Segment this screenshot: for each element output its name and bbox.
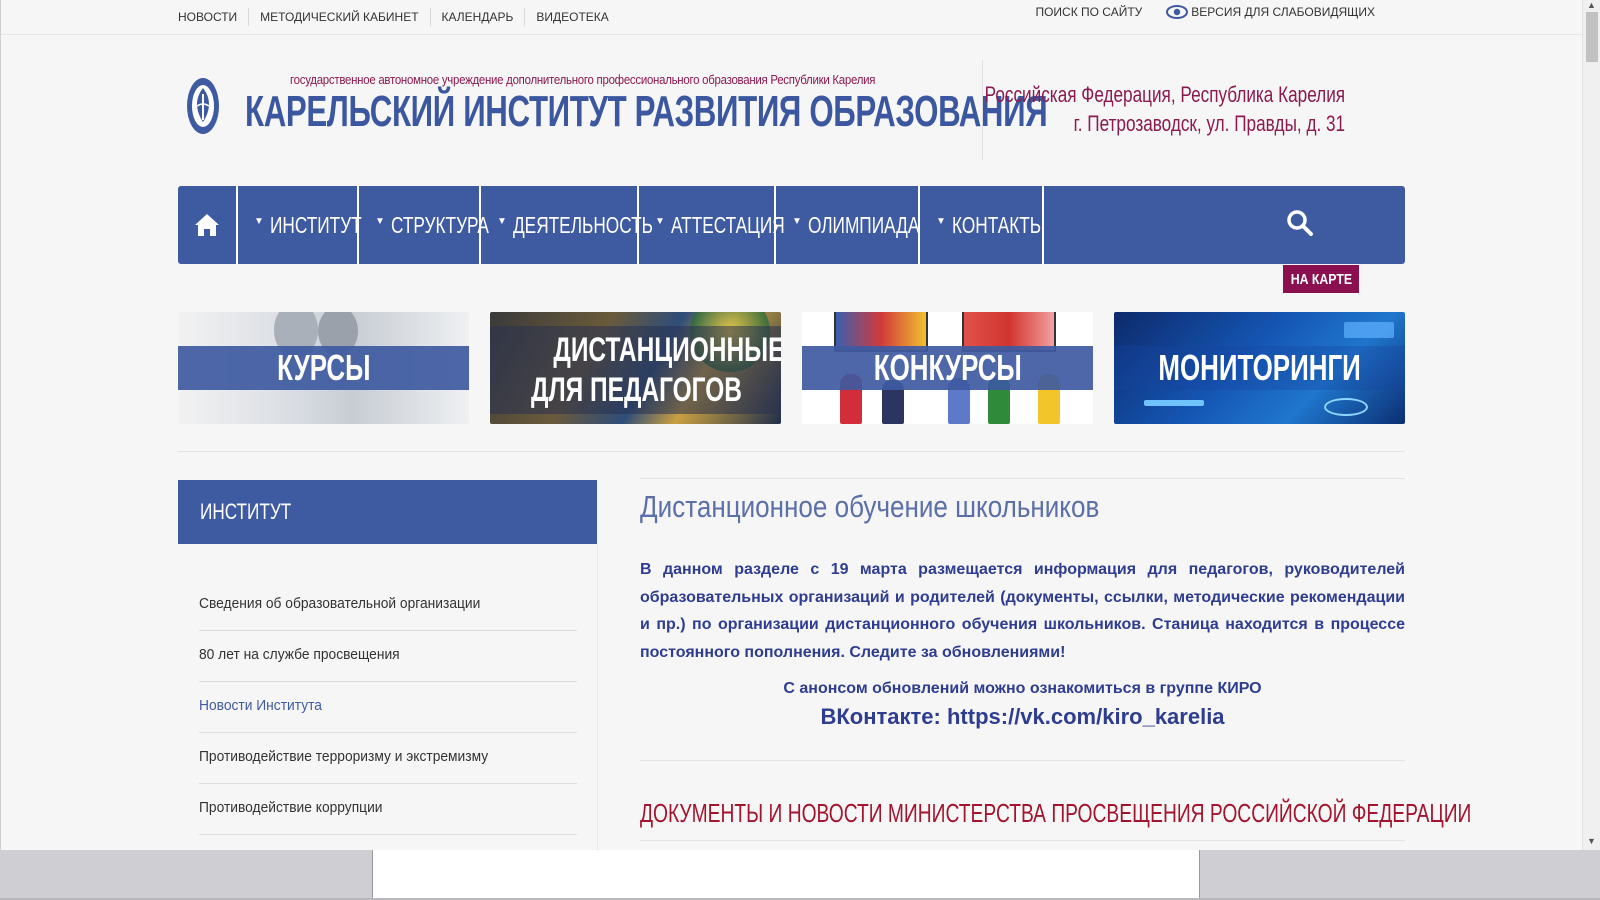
caret-down-icon: ▼ bbox=[497, 215, 507, 227]
search-icon[interactable] bbox=[1285, 208, 1315, 238]
top-nav-methodical-cabinet[interactable]: МЕТОДИЧЕСКИЙ КАБИНЕТ bbox=[248, 8, 429, 26]
caret-down-icon: ▼ bbox=[792, 215, 802, 227]
on-map-button[interactable]: НА КАРТЕ bbox=[1283, 265, 1359, 293]
divider bbox=[178, 451, 1405, 452]
vk-label: ВКонтакте: bbox=[820, 704, 941, 729]
nav-attestation[interactable]: ▼ АТТЕСТАЦИЯ bbox=[639, 186, 785, 264]
nav-structure-label: СТРУКТУРА bbox=[390, 211, 489, 238]
on-map-label: НА КАРТЕ bbox=[1290, 270, 1352, 288]
page-title: Дистанционное обучение школьников bbox=[640, 489, 1100, 524]
logo-emblem[interactable] bbox=[185, 76, 221, 136]
sidebar-item-anti-terrorism[interactable]: Противодействие терроризму и экстремизму bbox=[199, 733, 577, 784]
scroll-up-arrow-icon[interactable]: ▲ bbox=[1587, 0, 1596, 10]
nav-attestation-label: АТТЕСТАЦИЯ bbox=[670, 211, 785, 238]
background-sheet bbox=[372, 850, 1200, 900]
sidebar-heading-label: ИНСТИТУТ bbox=[200, 499, 292, 524]
window-background bbox=[0, 850, 1600, 900]
sidebar-heading[interactable]: ИНСТИТУТ bbox=[178, 480, 597, 544]
eye-icon[interactable] bbox=[1166, 5, 1189, 19]
top-nav-calendar[interactable]: КАЛЕНДАРЬ bbox=[429, 8, 525, 26]
sidebar-item-institute-news[interactable]: Новости Института bbox=[199, 682, 577, 733]
nav-activity[interactable]: ▼ ДЕЯТЕЛЬНОСТЬ bbox=[481, 186, 653, 264]
vk-link[interactable]: https://vk.com/kiro_karelia bbox=[947, 704, 1225, 729]
vertical-scrollbar[interactable]: ▲ ▼ bbox=[1582, 0, 1600, 850]
divider bbox=[640, 840, 1405, 841]
caret-down-icon: ▼ bbox=[254, 215, 264, 227]
divider bbox=[640, 760, 1405, 761]
top-nav-video-library[interactable]: ВИДЕОТЕКА bbox=[524, 8, 619, 26]
nav-contacts-label: КОНТАКТЫ bbox=[951, 211, 1045, 238]
caret-down-icon: ▼ bbox=[655, 215, 665, 227]
nav-structure[interactable]: ▼ СТРУКТУРА bbox=[359, 186, 489, 264]
address: Российская Федерация, Республика Карелия… bbox=[883, 80, 1345, 138]
low-vision-version-link[interactable]: ВЕРСИЯ ДЛЯ СЛАБОВИДЯЩИХ bbox=[1191, 5, 1375, 19]
sidebar-item-org-info[interactable]: Сведения об образовательной организации bbox=[199, 580, 577, 631]
main-nav: ▼ ИНСТИТУТ ▼ СТРУКТУРА ▼ ДЕЯТЕЛЬНОСТЬ ▼ … bbox=[178, 186, 1405, 264]
divider bbox=[1, 34, 1583, 35]
hud-element bbox=[1144, 400, 1204, 406]
top-right-links: ПОИСК ПО САЙТУ ВЕРСИЯ ДЛЯ СЛАБОВИДЯЩИХ bbox=[1035, 5, 1375, 19]
vk-line: ВКонтакте: https://vk.com/kiro_karelia bbox=[640, 704, 1405, 730]
intro-paragraph: В данном разделе с 19 марта размещается … bbox=[640, 561, 1405, 661]
divider bbox=[640, 478, 1405, 479]
banner-monitoring-label: МОНИТОРИНГИ bbox=[1114, 346, 1405, 390]
nav-contacts[interactable]: ▼ КОНТАКТЫ bbox=[920, 186, 1045, 264]
banner-contests-label: КОНКУРСЫ bbox=[802, 346, 1093, 390]
banner-courses-label: КУРСЫ bbox=[178, 346, 469, 390]
home-icon bbox=[195, 214, 219, 236]
nav-olympiad[interactable]: ▼ ОЛИМПИАДА bbox=[776, 186, 920, 264]
banner-monitoring[interactable]: МОНИТОРИНГИ bbox=[1114, 312, 1405, 424]
top-nav-news[interactable]: НОВОСТИ bbox=[178, 8, 248, 26]
site-search-link[interactable]: ПОИСК ПО САЙТУ bbox=[1035, 5, 1142, 19]
docs-section-title[interactable]: ДОКУМЕНТЫ И НОВОСТИ МИНИСТЕРСТВА ПРОСВЕЩ… bbox=[640, 798, 1471, 829]
sidebar-item-anti-corruption[interactable]: Противодействие коррупции bbox=[199, 784, 577, 835]
sidebar-list: Сведения об образовательной организации … bbox=[199, 580, 577, 835]
nav-olympiad-label: ОЛИМПИАДА bbox=[807, 211, 920, 238]
banner-distance-courses[interactable]: ДИСТАНЦИОННЫЕ КУРСЫ ДЛЯ ПЕДАГОГОВ bbox=[490, 312, 781, 424]
sidebar-item-80-years[interactable]: 80 лет на службе просвещения bbox=[199, 631, 577, 682]
banner-courses[interactable]: КУРСЫ bbox=[178, 312, 469, 424]
caret-down-icon: ▼ bbox=[375, 215, 385, 227]
nav-institute[interactable]: ▼ ИНСТИТУТ bbox=[238, 186, 362, 264]
scroll-thumb[interactable] bbox=[1586, 12, 1598, 62]
org-subtitle: государственное автономное учреждение до… bbox=[290, 72, 876, 87]
nav-activity-label: ДЕЯТЕЛЬНОСТЬ bbox=[512, 211, 653, 238]
hud-element bbox=[1324, 398, 1368, 416]
browser-viewport: НОВОСТИ МЕТОДИЧЕСКИЙ КАБИНЕТ КАЛЕНДАРЬ В… bbox=[0, 0, 1583, 850]
caret-down-icon: ▼ bbox=[936, 215, 946, 227]
nav-institute-label: ИНСТИТУТ bbox=[269, 211, 362, 238]
address-line-street: г. Петрозаводск, ул. Правды, д. 31 bbox=[1073, 111, 1345, 136]
address-line-region: Российская Федерация, Республика Карелия bbox=[984, 82, 1345, 107]
banner-contests[interactable]: КОНКУРСЫ bbox=[802, 312, 1093, 424]
hud-element bbox=[1344, 322, 1394, 338]
home-button[interactable] bbox=[178, 186, 238, 264]
announce-text: С анонсом обновлений можно ознакомиться … bbox=[783, 680, 1262, 697]
banner-distance-label: ДИСТАНЦИОННЫЕ КУРСЫ ДЛЯ ПЕДАГОГОВ bbox=[490, 326, 781, 414]
scroll-down-arrow-icon[interactable]: ▼ bbox=[1587, 836, 1596, 846]
top-utility-nav: НОВОСТИ МЕТОДИЧЕСКИЙ КАБИНЕТ КАЛЕНДАРЬ В… bbox=[178, 8, 620, 26]
